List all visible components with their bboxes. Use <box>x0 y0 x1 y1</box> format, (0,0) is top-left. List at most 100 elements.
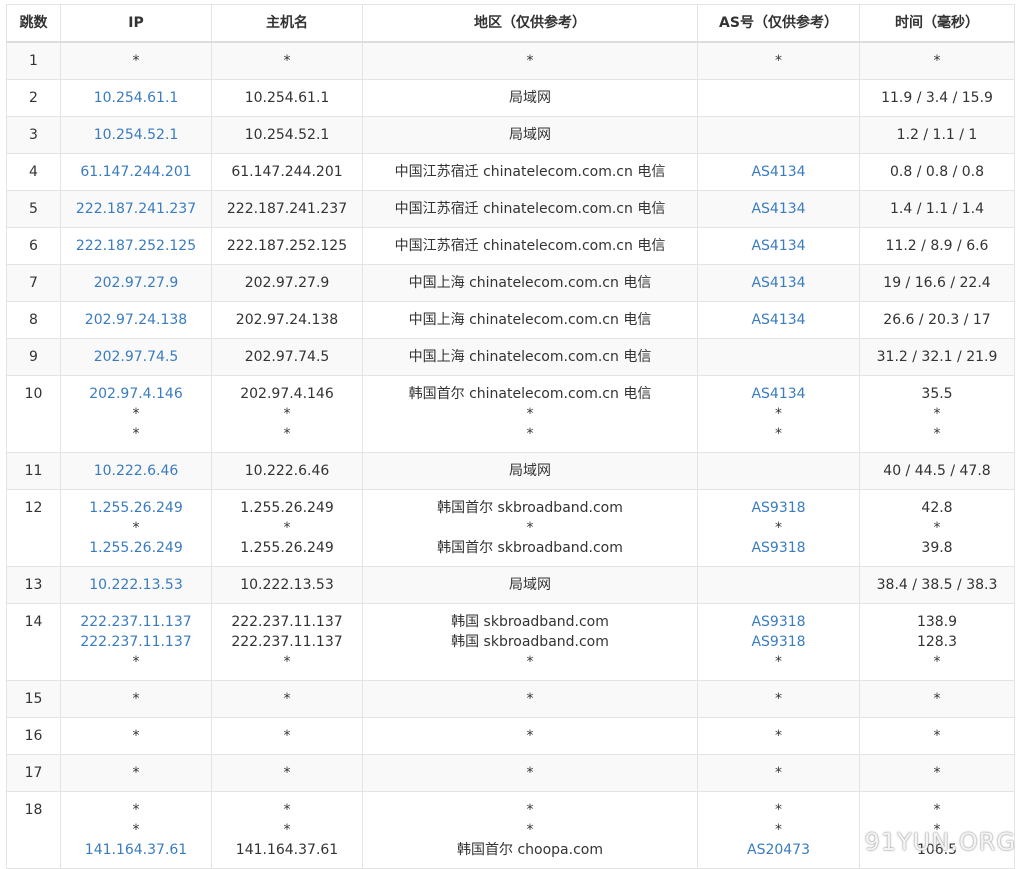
hostname-cell: 202.97.27.9 <box>211 264 363 302</box>
time-cell: 138.9 128.3 * <box>859 603 1015 681</box>
region-value: * <box>526 691 534 707</box>
ip-link[interactable]: 202.97.27.9 <box>62 273 211 293</box>
hop-number: 17 <box>24 765 43 781</box>
region-value: * <box>526 728 534 744</box>
host-value: 222.187.252.125 <box>226 238 348 254</box>
ip-link[interactable]: 141.164.37.61 <box>62 840 211 860</box>
hop-cell: 15 <box>6 680 61 718</box>
hop-cell: 11 <box>6 452 61 490</box>
ip-link[interactable]: 202.97.4.146 <box>62 384 211 404</box>
as-link[interactable]: AS9318 <box>699 632 859 652</box>
as-value: * <box>775 822 782 838</box>
hostname-cell: 222.187.241.237 <box>211 190 363 228</box>
as-link[interactable]: AS4134 <box>699 384 859 404</box>
hop-cell: 2 <box>6 79 61 117</box>
ip-cell: 222.237.11.137 222.237.11.137 * <box>60 603 212 681</box>
as-value: * <box>775 691 782 707</box>
ip-cell: 222.187.241.237 <box>60 190 212 228</box>
time-value: 31.2 / 32.1 / 21.9 <box>876 349 998 365</box>
region-cell: 韩国首尔 chinatelecom.com.cn 电信 * * <box>362 375 698 453</box>
ip-link[interactable]: 61.147.244.201 <box>62 162 211 182</box>
as-value <box>699 88 859 108</box>
hop-cell: 4 <box>6 153 61 191</box>
table-row: 14 222.237.11.137 222.237.11.137 * 222.237.1… <box>6 603 1015 681</box>
time-cell: 11.2 / 8.9 / 6.6 <box>859 227 1015 265</box>
hop-number: 10 <box>24 386 43 402</box>
ip-value: * <box>132 728 140 744</box>
hostname-cell: 10.222.6.46 <box>211 452 363 490</box>
as-cell <box>697 452 860 490</box>
hostname-cell: 10.222.13.53 <box>211 566 363 604</box>
table-row: 15 * * * * * <box>6 680 1015 718</box>
hostname-cell: 202.97.4.146 * * <box>211 375 363 453</box>
time-cell: * <box>859 680 1015 718</box>
time-value: 1.2 / 1.1 / 1 <box>896 127 978 143</box>
as-link[interactable]: AS20473 <box>699 840 859 860</box>
host-value: 1.255.26.249 <box>240 540 334 556</box>
time-value: 38.4 / 38.5 / 38.3 <box>876 577 998 593</box>
region-cell: 局域网 <box>362 452 698 490</box>
as-link[interactable]: AS4134 <box>699 310 859 330</box>
host-value: 1.255.26.249 <box>240 500 334 516</box>
time-cell: 35.5 * * <box>859 375 1015 453</box>
as-link[interactable]: AS9318 <box>699 612 859 632</box>
time-value: * <box>933 520 941 536</box>
header-hop: 跳数 <box>6 4 61 43</box>
as-value: * <box>775 728 782 744</box>
as-link[interactable]: AS9318 <box>699 538 859 558</box>
hostname-cell: 1.255.26.249 * 1.255.26.249 <box>211 489 363 567</box>
ip-value: * <box>132 53 140 69</box>
time-value: 19 / 16.6 / 22.4 <box>883 275 991 291</box>
hop-cell: 14 <box>6 603 61 681</box>
ip-link[interactable]: 222.187.241.237 <box>62 199 211 219</box>
hop-number: 6 <box>29 238 38 254</box>
host-value: * <box>283 426 291 442</box>
hop-number: 18 <box>24 802 43 818</box>
ip-link[interactable]: 202.97.74.5 <box>62 347 211 367</box>
region-value: 中国上海 chinatelecom.com.cn 电信 <box>408 275 652 291</box>
as-cell: AS4134 <box>697 153 860 191</box>
region-value: * <box>526 765 534 781</box>
host-value: 202.97.27.9 <box>244 275 330 291</box>
host-value: 222.187.241.237 <box>226 201 348 217</box>
ip-link[interactable]: 202.97.24.138 <box>62 310 211 330</box>
as-link[interactable]: AS4134 <box>699 199 859 219</box>
as-link[interactable]: AS4134 <box>699 162 859 182</box>
as-cell: * <box>697 41 860 80</box>
hostname-cell: 222.237.11.137 222.237.11.137 * <box>211 603 363 681</box>
ip-link[interactable]: 10.222.13.53 <box>62 575 211 595</box>
time-value: * <box>933 426 941 442</box>
hostname-cell: * <box>211 754 363 792</box>
as-value <box>699 347 859 367</box>
host-value: 202.97.4.146 <box>240 386 334 402</box>
as-link[interactable]: AS4134 <box>699 273 859 293</box>
host-value: 61.147.244.201 <box>231 164 343 180</box>
hop-number: 3 <box>29 127 38 143</box>
host-value: * <box>283 406 291 422</box>
time-value: 40 / 44.5 / 47.8 <box>883 463 991 479</box>
ip-link[interactable]: 222.187.252.125 <box>62 236 211 256</box>
ip-cell: * * 141.164.37.61 <box>60 791 212 869</box>
ip-link[interactable]: 10.254.61.1 <box>62 88 211 108</box>
region-value: * <box>526 802 534 818</box>
ip-link[interactable]: 222.237.11.137 <box>62 632 211 652</box>
time-cell: 1.4 / 1.1 / 1.4 <box>859 190 1015 228</box>
ip-link[interactable]: 10.254.52.1 <box>62 125 211 145</box>
as-value <box>699 461 859 481</box>
ip-cell: 202.97.74.5 <box>60 338 212 376</box>
time-cell: 19 / 16.6 / 22.4 <box>859 264 1015 302</box>
table-row: 4 61.147.244.201 61.147.244.201 中国江苏宿迁 chin… <box>6 153 1015 191</box>
as-value <box>699 125 859 145</box>
ip-link[interactable]: 10.222.6.46 <box>62 461 211 481</box>
as-link[interactable]: AS9318 <box>699 498 859 518</box>
as-link[interactable]: AS4134 <box>699 236 859 256</box>
host-value: * <box>283 822 291 838</box>
host-value: * <box>283 728 291 744</box>
ip-link[interactable]: 222.237.11.137 <box>62 612 211 632</box>
region-value: 局域网 <box>509 463 551 479</box>
time-value: 26.6 / 20.3 / 17 <box>883 312 991 328</box>
table-row: 17 * * * * * <box>6 754 1015 792</box>
region-value: 韩国 skbroadband.com <box>451 614 609 630</box>
ip-link[interactable]: 1.255.26.249 <box>62 498 211 518</box>
ip-link[interactable]: 1.255.26.249 <box>62 538 211 558</box>
